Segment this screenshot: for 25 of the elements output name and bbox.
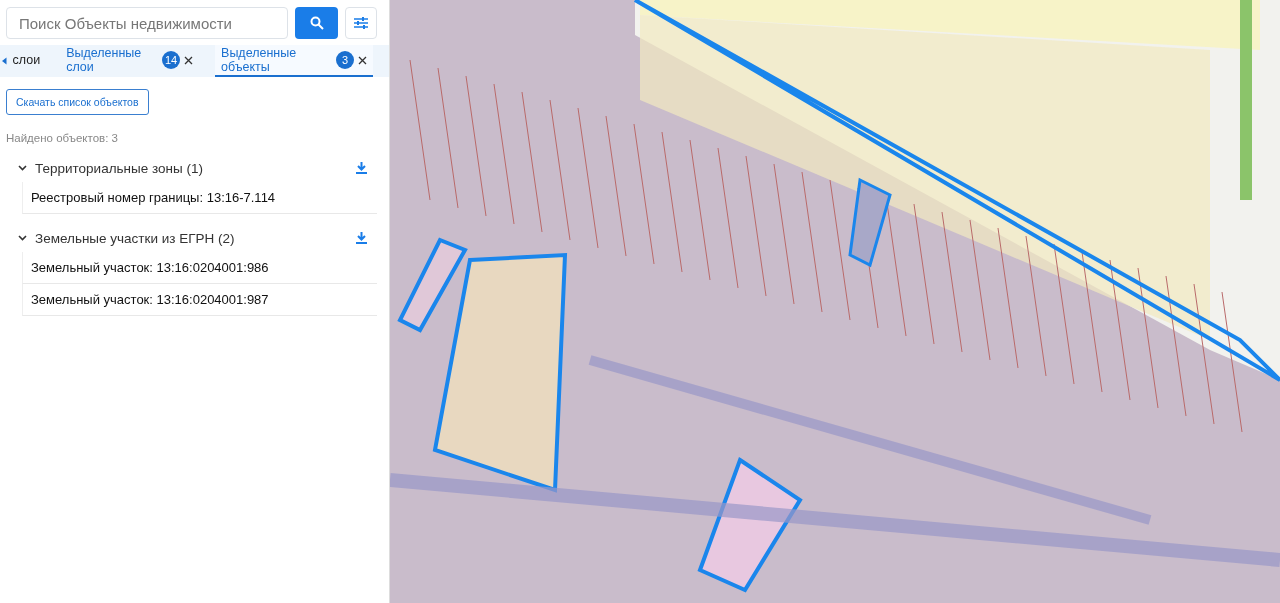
tab[interactable]: Выделенные слои 14 xyxy=(60,45,200,77)
tab[interactable]: Выделенные объекты 3 xyxy=(215,45,373,77)
close-icon[interactable] xyxy=(184,55,194,65)
count-badge: 14 xyxy=(162,51,181,69)
close-icon[interactable] xyxy=(358,55,367,65)
download-icon[interactable] xyxy=(356,162,367,174)
download-icon[interactable] xyxy=(356,232,367,244)
group-header[interactable]: Территориальные зоны (1) xyxy=(6,158,377,178)
tab[interactable]: слои xyxy=(6,45,47,77)
group-header[interactable]: Земельные участки из ЕГРН (2) xyxy=(6,228,377,248)
search-button[interactable] xyxy=(295,7,338,39)
search-icon xyxy=(309,16,324,30)
filter-button[interactable] xyxy=(345,7,377,39)
object-item[interactable]: Земельный участок: 13:16:0204001:986 xyxy=(22,252,377,284)
search-field[interactable]: Поиск Объекты недвижимости xyxy=(6,7,288,39)
object-item[interactable]: Земельный участок: 13:16:0204001:987 xyxy=(22,284,377,316)
found-count: Найдено объектов: 3 xyxy=(6,132,119,144)
scroll-left-icon[interactable] xyxy=(2,57,7,65)
count-badge: 3 xyxy=(336,51,354,69)
group-title: Земельные участки из ЕГРН (2) xyxy=(35,230,236,246)
download-list-button[interactable]: Скачать список объектов xyxy=(6,89,149,115)
sliders-icon xyxy=(354,17,368,29)
group-title: Территориальные зоны (1) xyxy=(35,160,204,176)
object-item[interactable]: Реестровый номер границы: 13:16-7.114 xyxy=(22,182,377,214)
map-drawing[interactable] xyxy=(390,0,1280,603)
